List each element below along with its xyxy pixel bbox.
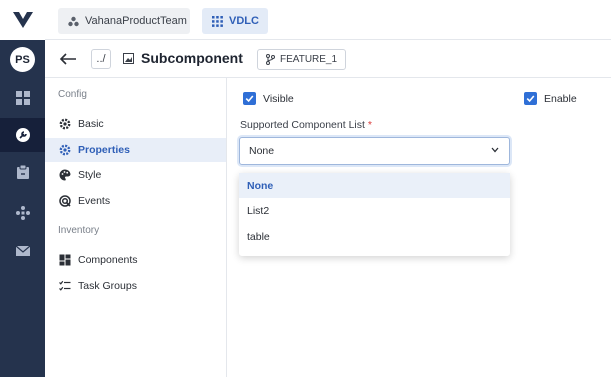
- rail-dashboard[interactable]: [0, 81, 45, 115]
- clipboard-icon: [16, 164, 29, 179]
- page-header: ../ Subcomponent FEATURE_1: [45, 40, 611, 78]
- required-mark: *: [367, 119, 372, 131]
- side-item-style[interactable]: Style: [45, 163, 226, 187]
- supported-component-list-label: Supported Component List *: [240, 119, 372, 131]
- config-heading: Config: [58, 89, 87, 100]
- side-item-properties[interactable]: Properties: [45, 138, 226, 162]
- team-selector[interactable]: VahanaProductTeam: [58, 8, 190, 34]
- avatar[interactable]: PS: [10, 47, 35, 72]
- app-label: VDLC: [229, 15, 259, 27]
- checkbox-checked-icon: [243, 92, 256, 105]
- side-item-components[interactable]: Components: [45, 248, 226, 272]
- side-item-basic[interactable]: Basic: [45, 112, 226, 136]
- supported-component-select[interactable]: None: [239, 137, 510, 165]
- palette-icon: [59, 169, 71, 181]
- rail-mail[interactable]: [0, 234, 45, 268]
- enable-checkbox[interactable]: Enable: [524, 92, 577, 105]
- visible-label: Visible: [263, 92, 294, 105]
- team-icon: [68, 16, 79, 27]
- rail-wrench[interactable]: [0, 118, 45, 152]
- inventory-heading: Inventory: [58, 225, 100, 236]
- network-icon: [15, 206, 30, 220]
- dashboard-icon: [15, 91, 30, 105]
- wrench-icon: [15, 128, 30, 142]
- gear-icon: [59, 144, 71, 156]
- select-value: None: [249, 145, 275, 157]
- components-icon: [59, 254, 71, 266]
- breadcrumb[interactable]: ../: [91, 49, 111, 69]
- top-bar: VahanaProductTeam VDLC: [45, 0, 611, 40]
- logo-icon: [12, 12, 33, 28]
- option-table[interactable]: table: [239, 224, 510, 249]
- checkbox-checked-icon: [524, 92, 537, 105]
- app-logo[interactable]: [0, 0, 45, 40]
- gear-icon: [59, 118, 71, 130]
- enable-label: Enable: [544, 92, 577, 105]
- visible-checkbox[interactable]: Visible: [243, 92, 294, 105]
- grid-icon: [212, 15, 223, 27]
- rail-clipboard[interactable]: [0, 155, 45, 189]
- page-title: Subcomponent: [141, 50, 243, 66]
- branch-icon: [266, 54, 275, 65]
- component-options-menu: None List2 table: [239, 173, 510, 256]
- events-icon: [59, 195, 71, 207]
- option-none[interactable]: None: [239, 173, 510, 198]
- mail-icon: [15, 245, 30, 256]
- config-panel: Config Basic Properties Style Events Inv…: [45, 78, 227, 377]
- rail-network[interactable]: [0, 196, 45, 230]
- back-arrow-icon[interactable]: [59, 51, 77, 67]
- image-icon: [123, 53, 134, 64]
- task-list-icon: [59, 280, 71, 292]
- chevron-down-icon: [491, 147, 499, 153]
- left-rail: PS: [0, 0, 45, 377]
- branch-badge[interactable]: FEATURE_1: [257, 49, 347, 70]
- side-item-task-groups[interactable]: Task Groups: [45, 274, 226, 298]
- team-label: VahanaProductTeam: [85, 15, 187, 27]
- option-list2[interactable]: List2: [239, 198, 510, 223]
- side-item-events[interactable]: Events: [45, 189, 226, 213]
- app-selector[interactable]: VDLC: [202, 8, 268, 34]
